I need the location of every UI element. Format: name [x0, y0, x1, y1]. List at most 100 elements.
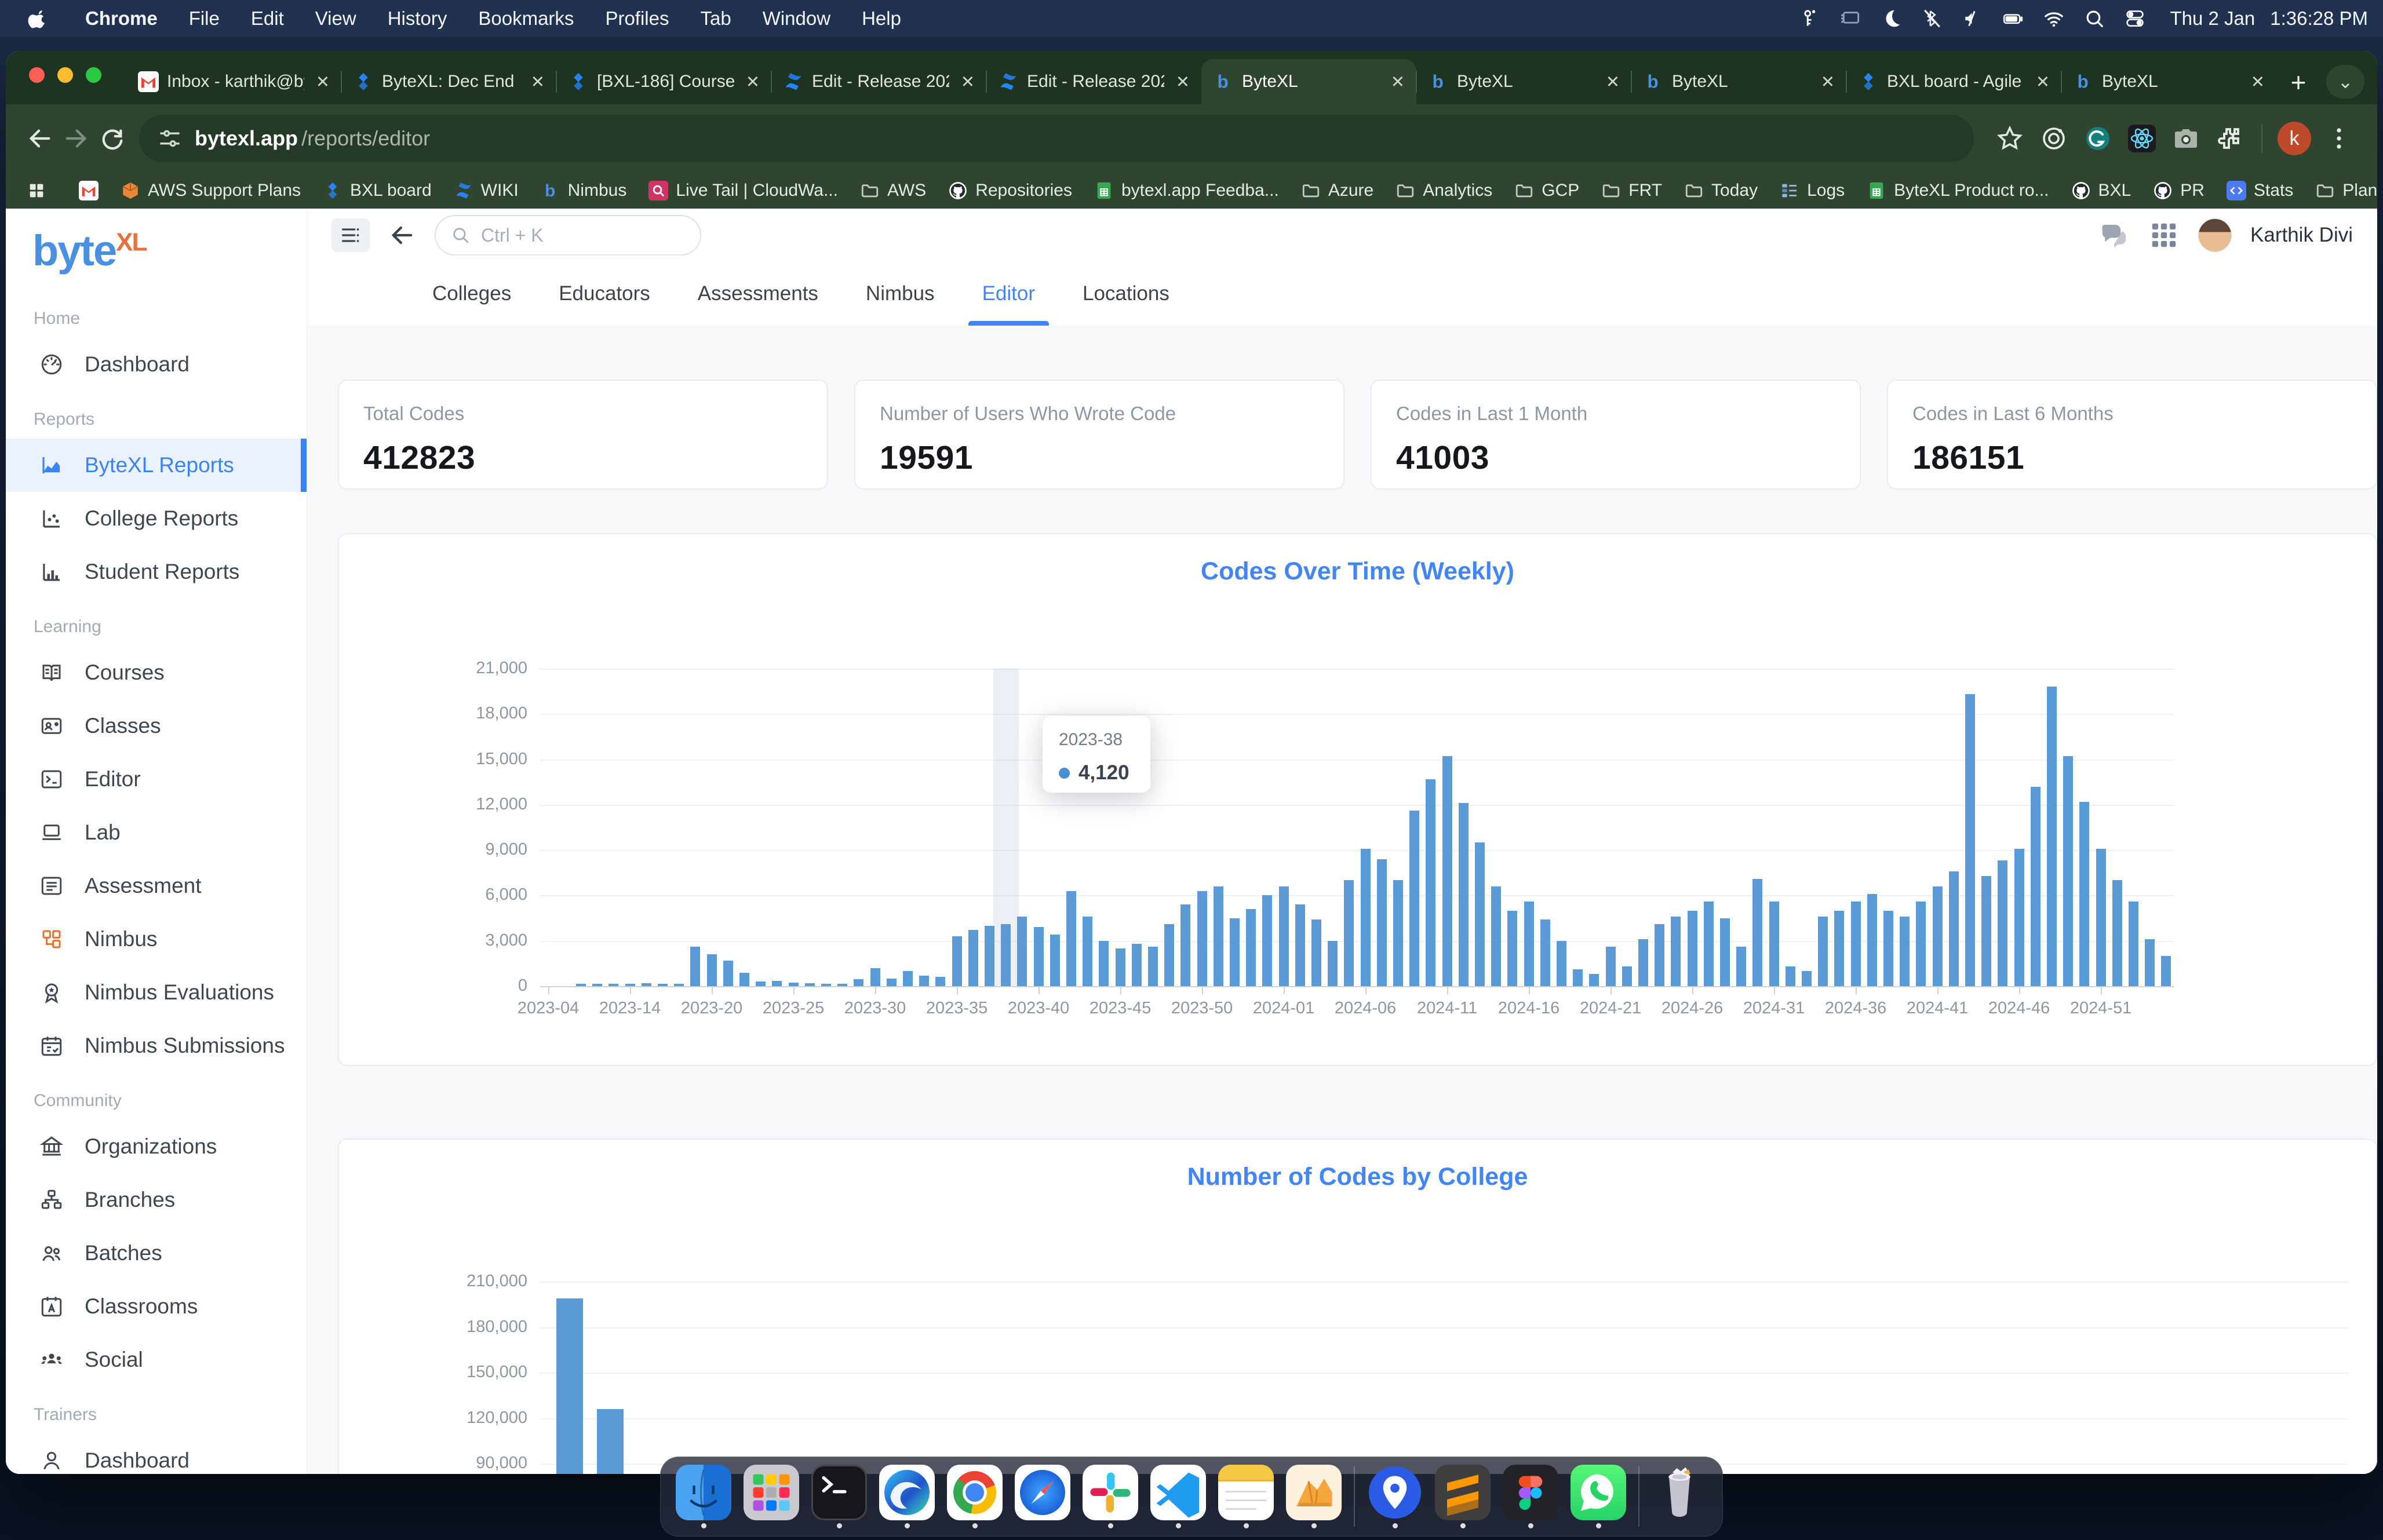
sidebar-item-social[interactable]: Social [6, 1333, 307, 1386]
chart-bar[interactable] [1083, 917, 1092, 986]
sidebar-item-assessment[interactable]: Assessment [6, 859, 307, 913]
bookmark-analytics[interactable]: Analytics [1395, 181, 1492, 200]
chart-bar[interactable] [2079, 802, 2089, 986]
display-icon[interactable] [1838, 6, 1864, 31]
bookmark-gcp[interactable]: GCP [1514, 181, 1579, 200]
chart-bar[interactable] [1361, 849, 1371, 987]
chart-bar[interactable] [1949, 871, 1959, 986]
dock-chrome-icon[interactable] [947, 1465, 1003, 1528]
collapse-sidebar-button[interactable] [331, 218, 370, 252]
chart-bar[interactable] [1116, 948, 1125, 986]
chart-bar[interactable] [1409, 811, 1419, 986]
chart-bar[interactable] [1344, 880, 1354, 986]
bookmark-planning[interactable]: Planning [2315, 181, 2377, 200]
control-center-icon[interactable] [2122, 6, 2148, 31]
chart-bar[interactable] [1557, 941, 1566, 986]
dock-vscode-icon[interactable] [1150, 1465, 1206, 1528]
tab-close-icon[interactable]: ✕ [2247, 72, 2265, 92]
spotlight-search-icon[interactable] [2082, 6, 2107, 31]
chart-bar[interactable] [1981, 876, 1991, 987]
user-avatar[interactable] [2198, 218, 2232, 252]
menu-window[interactable]: Window [747, 8, 846, 29]
chart-bar[interactable] [1393, 880, 1403, 986]
chart-bar[interactable] [1279, 886, 1289, 986]
browser-tab[interactable]: ByteXL: Dec End Rel✕ [341, 59, 556, 104]
dock-postico-icon[interactable] [1286, 1465, 1342, 1528]
sidebar-item-batches[interactable]: Batches [6, 1227, 307, 1280]
chart-bar[interactable] [1197, 891, 1207, 986]
search-input[interactable]: Ctrl + K [435, 215, 701, 256]
forward-button[interactable] [58, 121, 94, 156]
sidebar-item-student-reports[interactable]: Student Reports [6, 545, 307, 599]
dock-edge-icon[interactable] [879, 1465, 935, 1528]
chart-bar[interactable] [1442, 756, 1452, 986]
tab-close-icon[interactable]: ✕ [312, 72, 330, 92]
chart-bar[interactable] [1851, 902, 1861, 986]
password-keys-icon[interactable] [1798, 6, 1823, 31]
bookmark-logs[interactable]: Logs [1780, 181, 1845, 200]
chart-bar[interactable] [2161, 956, 2171, 986]
fullscreen-window-button[interactable] [86, 67, 101, 83]
bookmark-bxl[interactable]: BXL [2071, 181, 2131, 200]
chart-bar[interactable] [1475, 842, 1485, 986]
chart-bar[interactable] [1540, 919, 1550, 986]
chart-bar[interactable] [2129, 902, 2138, 986]
browser-profile-avatar[interactable]: k [2278, 122, 2311, 155]
browser-tab[interactable]: Edit - Release 2024✕ [986, 59, 1201, 104]
chart-bar[interactable] [772, 981, 782, 986]
chart-bar[interactable] [1180, 904, 1190, 986]
chart-bar[interactable] [1752, 879, 1762, 986]
chart-bar[interactable] [1034, 927, 1044, 986]
menu-profiles[interactable]: Profiles [589, 8, 684, 29]
chart-bar[interactable] [690, 947, 700, 986]
chart-bar[interactable] [1704, 902, 1714, 986]
site-settings-icon[interactable] [158, 126, 182, 151]
chart-bar[interactable] [1148, 947, 1158, 986]
bookmark-today[interactable]: Today [1684, 181, 1758, 200]
chart-bar[interactable] [2063, 756, 2073, 986]
browser-tab[interactable]: bByteXL✕ [1201, 59, 1416, 104]
chart-bar[interactable] [1246, 909, 1256, 986]
tab-close-icon[interactable]: ✕ [742, 72, 760, 92]
dock-pin-app-icon[interactable] [1367, 1465, 1423, 1528]
bookmark-pr[interactable]: PR [2153, 181, 2205, 200]
chart-bar[interactable] [1900, 917, 1910, 986]
browser-tab[interactable]: [BXL-186] Course U✕ [556, 59, 771, 104]
chart-bar[interactable] [887, 979, 897, 986]
chart-bar[interactable] [1688, 911, 1697, 987]
dock-launchpad-icon[interactable] [744, 1465, 799, 1528]
bookmark-frt[interactable]: FRT [1601, 181, 1662, 200]
apps-grid-icon[interactable] [2148, 220, 2180, 251]
chart-bar[interactable] [968, 930, 978, 986]
bookmark-aws[interactable]: AWS [860, 181, 926, 200]
dock-terminal-icon[interactable] [811, 1465, 867, 1528]
chart-bar[interactable] [707, 954, 717, 986]
chart-bar[interactable] [1001, 924, 1011, 987]
bookmark-bytexl-product-ro[interactable]: ByteXL Product ro... [1867, 181, 2049, 200]
chart-bar[interactable] [1377, 859, 1387, 986]
chart-bar[interactable] [1132, 944, 1142, 986]
chart-bar[interactable] [1573, 969, 1583, 986]
dock-notes-icon[interactable] [1218, 1465, 1274, 1528]
bookmark-bxl-board[interactable]: BXL board [323, 181, 432, 200]
tab-close-icon[interactable]: ✕ [527, 72, 545, 92]
extension-loom-icon[interactable] [2038, 123, 2069, 154]
chart-bar[interactable] [1606, 947, 1616, 986]
tab-search-button[interactable]: ⌄ [2326, 65, 2364, 98]
chart-bar[interactable] [1671, 917, 1681, 986]
chart-bar[interactable] [1818, 917, 1828, 986]
browser-tab[interactable]: bByteXL✕ [1416, 59, 1631, 104]
chart-bar[interactable] [597, 1409, 624, 1474]
menu-file[interactable]: File [173, 8, 235, 29]
menu-chrome[interactable]: Chrome [70, 8, 173, 29]
apple-icon[interactable] [28, 8, 49, 29]
chart-bar[interactable] [1916, 902, 1926, 986]
dock-trash-icon[interactable] [1652, 1465, 1707, 1528]
menu-help[interactable]: Help [846, 8, 917, 29]
bookmark-aws-support-plans[interactable]: AWS Support Plans [121, 181, 301, 200]
tab-educators[interactable]: Educators [559, 262, 650, 326]
chart-bar[interactable] [1655, 924, 1664, 986]
bookmark-stats[interactable]: Stats [2227, 181, 2293, 200]
chart-bar[interactable] [1214, 886, 1223, 986]
do-not-disturb-moon-icon[interactable] [1879, 6, 1904, 31]
